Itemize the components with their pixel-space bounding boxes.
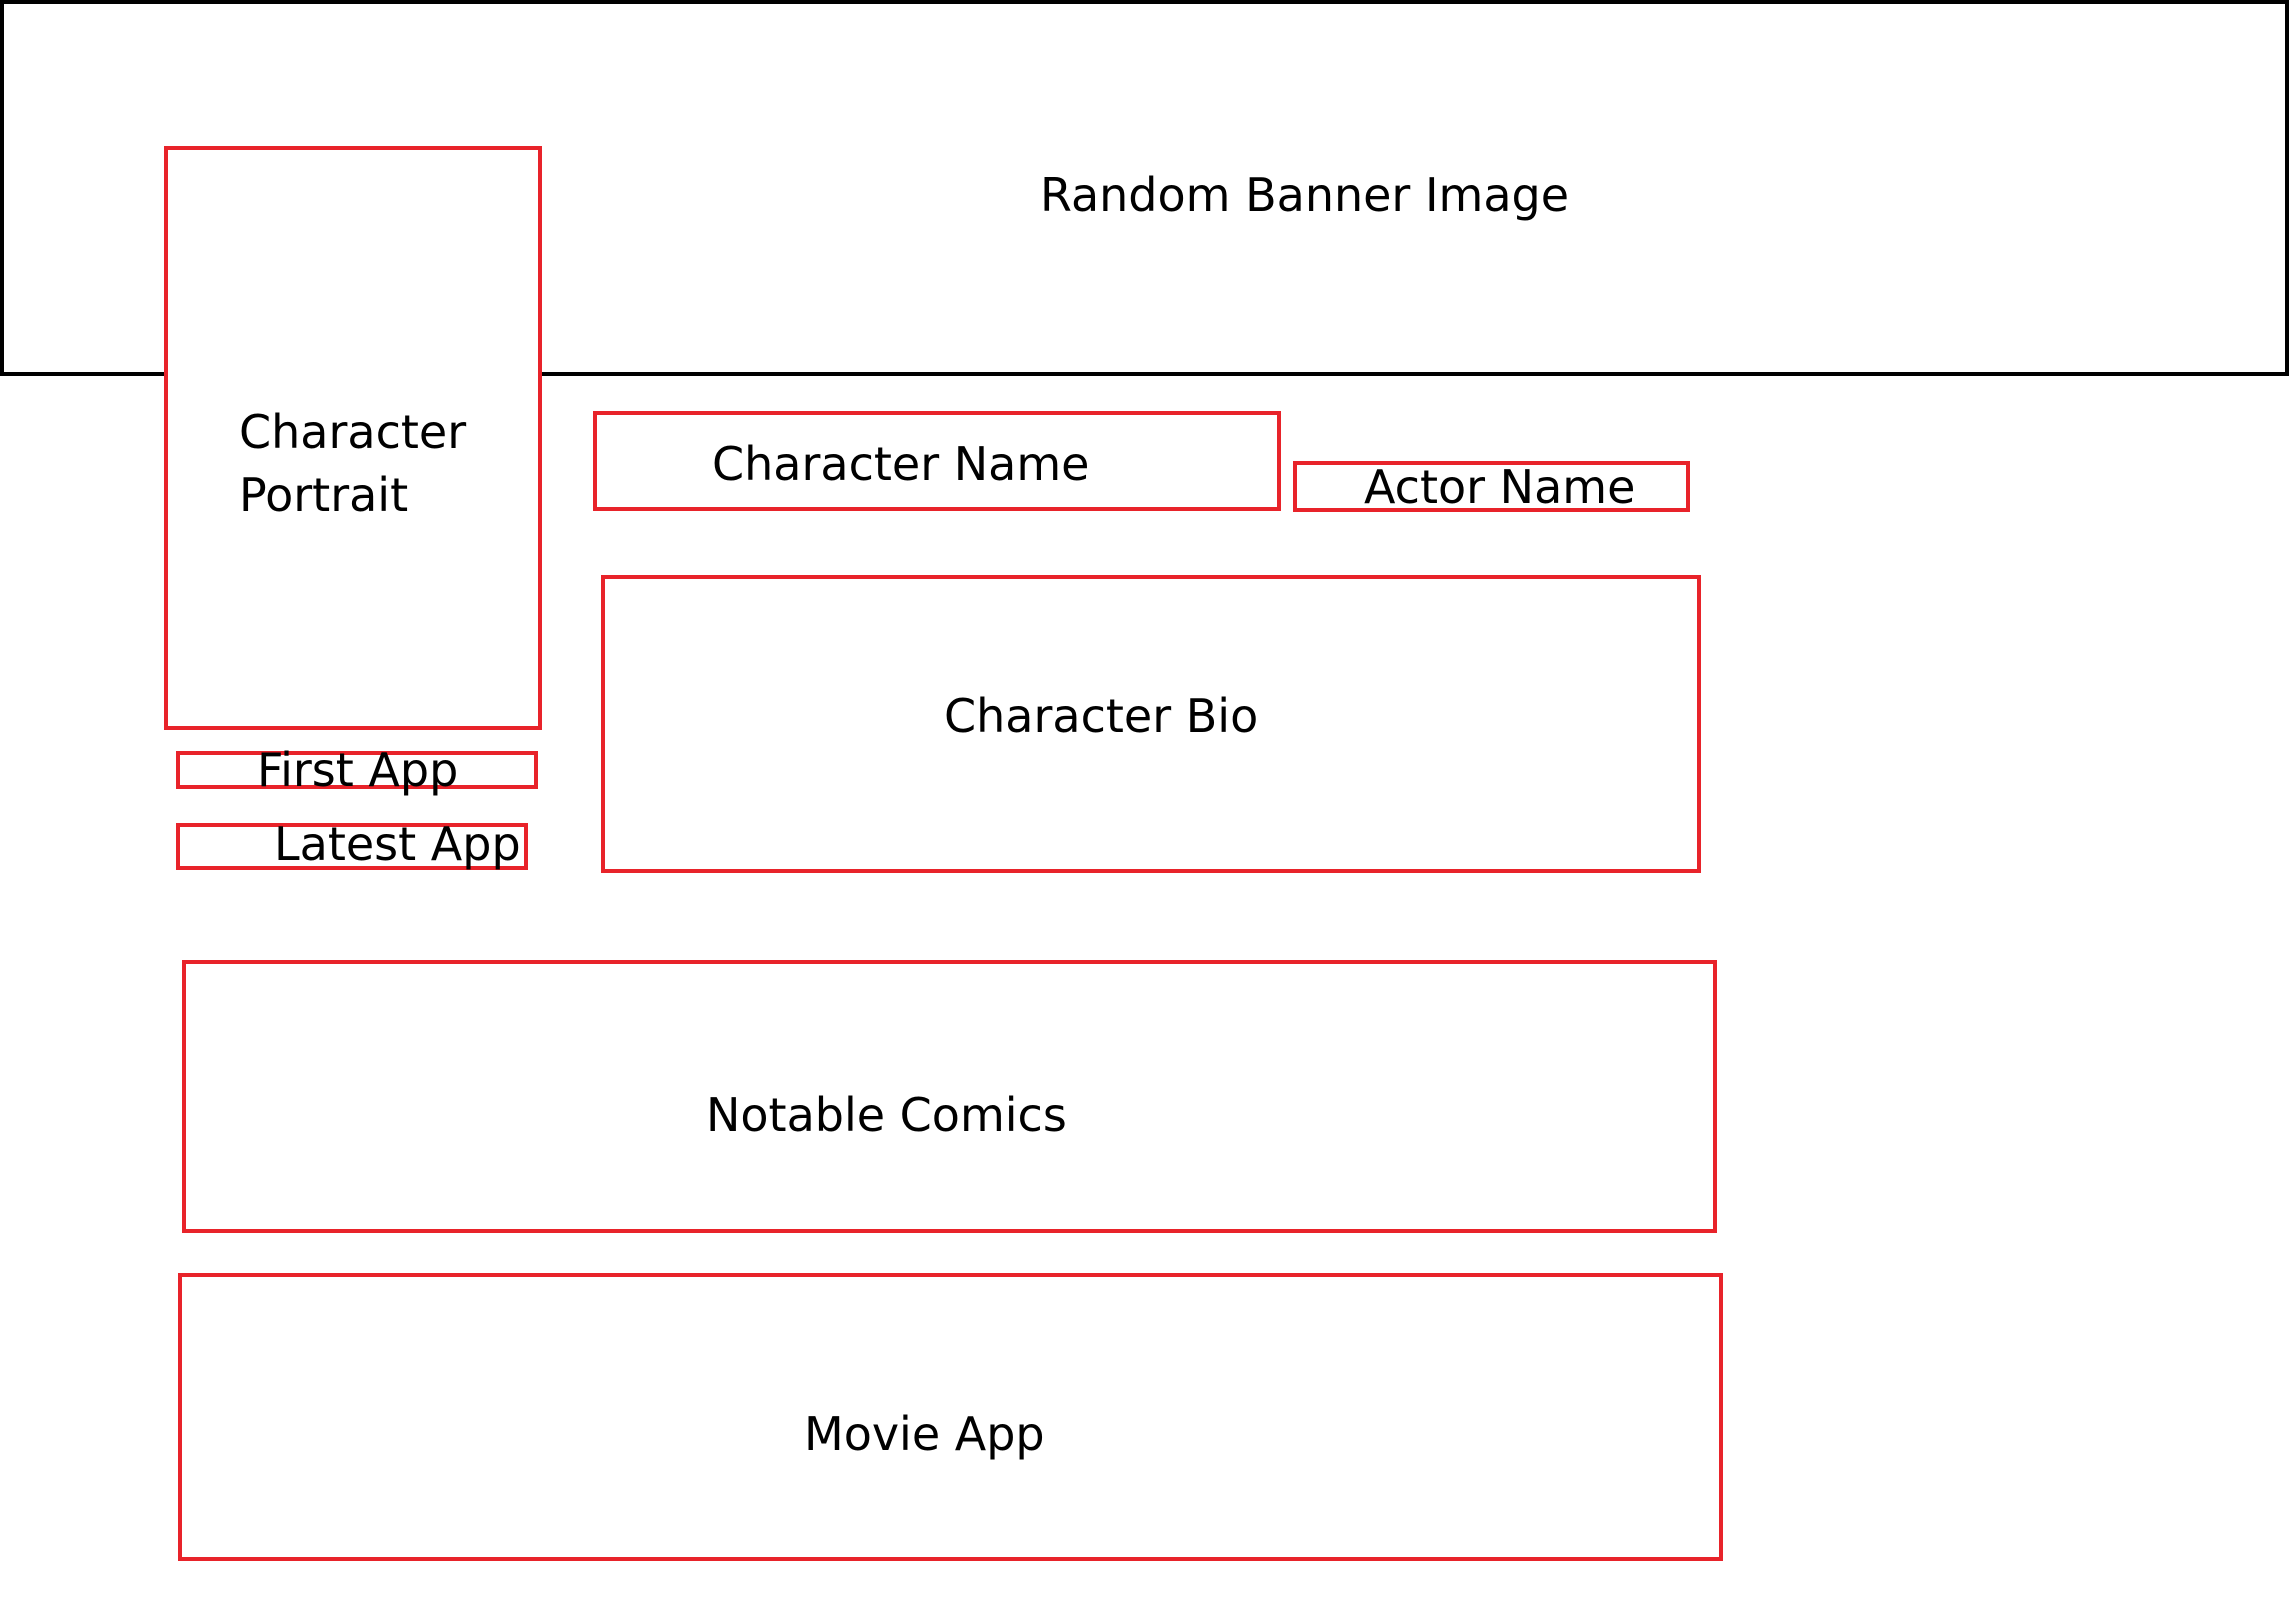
actor-name-label: Actor Name — [1364, 460, 1636, 514]
first-app-label: First App — [257, 743, 459, 797]
movie-app-label: Movie App — [804, 1407, 1045, 1461]
notable-comics-label: Notable Comics — [706, 1088, 1067, 1142]
character-portrait-label-line2: Portrait — [239, 468, 409, 522]
banner-label: Random Banner Image — [1040, 168, 1570, 222]
character-portrait-label-line1: Character — [239, 405, 467, 459]
latest-app-label: Latest App — [274, 817, 521, 871]
character-name-label: Character Name — [712, 437, 1090, 491]
character-bio-label: Character Bio — [944, 689, 1259, 743]
